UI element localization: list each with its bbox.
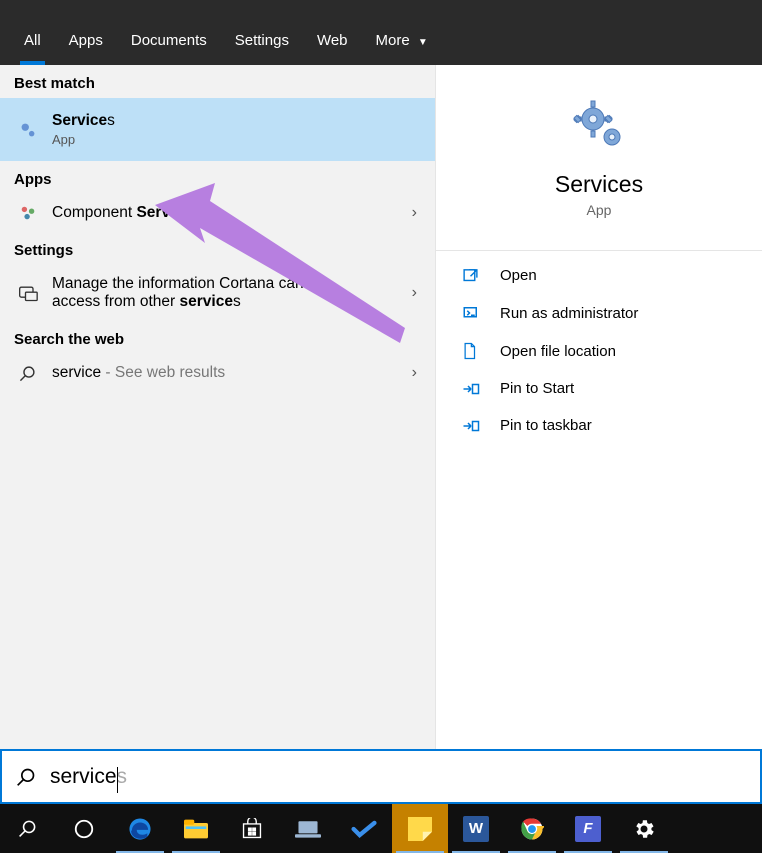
taskbar-app-f[interactable]: F <box>560 804 616 853</box>
results-pane: Best match Services App Apps Com <box>0 65 435 749</box>
action-pin-start[interactable]: Pin to Start <box>436 370 762 407</box>
taskbar-explorer[interactable] <box>168 804 224 853</box>
taskbar-chrome[interactable] <box>504 804 560 853</box>
action-open-location[interactable]: Open file location <box>436 332 762 370</box>
taskbar-settings[interactable] <box>616 804 672 853</box>
search-box[interactable]: services <box>0 749 762 804</box>
chevron-right-icon[interactable]: › <box>408 364 421 382</box>
preview-pane: Services App Open Run as administrator O… <box>435 65 762 749</box>
search-icon <box>16 767 36 787</box>
result-services-title: Service <box>52 112 107 129</box>
search-filter-tabs: All Apps Documents Settings Web More ▼ <box>0 0 762 65</box>
tab-all[interactable]: All <box>10 20 55 65</box>
result-services-sub: App <box>52 132 421 147</box>
divider <box>436 250 762 251</box>
pin-taskbar-icon <box>462 418 486 434</box>
taskbar-word[interactable]: W <box>448 804 504 853</box>
tab-documents[interactable]: Documents <box>117 20 221 65</box>
preview-subtitle: App <box>436 202 762 218</box>
taskbar-sticky-notes[interactable] <box>392 804 448 853</box>
action-run-admin[interactable]: Run as administrator <box>436 294 762 332</box>
permissions-icon <box>14 283 42 303</box>
component-services-icon <box>14 204 42 222</box>
section-apps: Apps <box>0 161 435 194</box>
action-pin-taskbar[interactable]: Pin to taskbar <box>436 407 762 444</box>
text-caret <box>117 767 118 793</box>
result-cortana-services[interactable]: Manage the information Cortana can acces… <box>0 265 435 321</box>
preview-title: Services <box>436 171 762 198</box>
section-web: Search the web <box>0 321 435 354</box>
services-large-icon <box>436 93 762 157</box>
section-best-match: Best match <box>0 65 435 98</box>
taskbar-laptop-app[interactable] <box>280 804 336 853</box>
chevron-right-icon[interactable]: › <box>408 204 421 222</box>
search-typed: service <box>50 765 117 788</box>
section-settings: Settings <box>0 232 435 265</box>
taskbar-edge[interactable] <box>112 804 168 853</box>
chevron-down-icon: ▼ <box>418 37 428 48</box>
taskbar-store[interactable] <box>224 804 280 853</box>
taskbar-todo[interactable] <box>336 804 392 853</box>
start-button[interactable] <box>0 804 56 853</box>
services-icon <box>14 119 42 141</box>
tab-settings[interactable]: Settings <box>221 20 303 65</box>
chevron-right-icon[interactable]: › <box>408 284 421 302</box>
pin-start-icon <box>462 381 486 397</box>
search-icon <box>14 365 42 382</box>
taskbar: W F <box>0 804 762 853</box>
search-suggestion-ghost: s <box>117 765 128 788</box>
file-location-icon <box>462 342 486 360</box>
result-component-services[interactable]: Component Services › <box>0 194 435 232</box>
cortana-button[interactable] <box>56 804 112 853</box>
admin-icon <box>462 304 486 322</box>
tab-more-label: More <box>376 32 410 49</box>
open-icon <box>462 267 486 284</box>
action-open[interactable]: Open <box>436 257 762 294</box>
result-web-service[interactable]: service - See web results › <box>0 354 435 392</box>
tab-web[interactable]: Web <box>303 20 362 65</box>
tab-more[interactable]: More ▼ <box>362 20 442 65</box>
result-services[interactable]: Services App <box>0 98 435 161</box>
tab-apps[interactable]: Apps <box>55 20 117 65</box>
